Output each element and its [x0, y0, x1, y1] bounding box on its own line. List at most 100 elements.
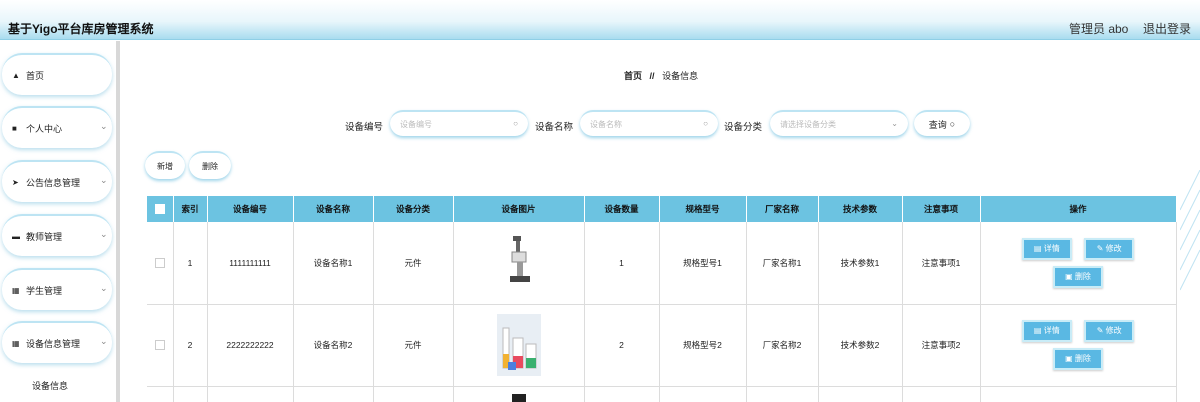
query-label: 查询 — [928, 119, 947, 130]
cell-quantity: 2 — [584, 304, 660, 387]
chevron-down-icon: ⌄ — [100, 336, 108, 346]
sidebar-item-label: 公告信息管理 — [26, 177, 81, 188]
cell-index: 1 — [173, 222, 208, 305]
cell-model: 规格型号2 — [659, 304, 747, 387]
chevron-down-icon: ⌄ — [100, 175, 108, 185]
select-all-checkbox[interactable] — [147, 196, 174, 222]
top-bar: 基于Yigo平台库房管理系统 管理员 abo 退出登录 — [0, 0, 1200, 40]
cell-notes: 注意事项1 — [902, 222, 981, 305]
col-index: 索引 — [173, 196, 208, 222]
search-icon: ○ — [949, 119, 956, 129]
code-search-input[interactable]: 设备编号 ○ — [390, 110, 528, 136]
app-title: 基于Yigo平台库房管理系统 — [8, 22, 154, 36]
sidebar-item-home[interactable]: ▲ 首页 — [2, 53, 112, 95]
grid-icon: ▦ — [12, 338, 20, 348]
col-params: 技术参数 — [818, 196, 903, 222]
detail-button[interactable]: ▤ 详情 — [1021, 320, 1072, 342]
cell-notes: 注意事项2 — [902, 304, 981, 387]
code-placeholder: 设备编号 — [400, 119, 432, 129]
cell-code: 1111111111 — [207, 222, 294, 305]
row-checkbox[interactable] — [147, 304, 174, 387]
monitor-icon: ▬ — [12, 231, 20, 241]
table-row: 2 2222222222 设备名称2 元件 2 规格型号2 厂家名称2 技术参数… — [147, 304, 1177, 387]
code-label: 设备编号 — [345, 122, 384, 133]
sidebar-item-equipment[interactable]: ▦ 设备信息管理 ⌄ — [2, 321, 112, 363]
sidebar-item-personal[interactable]: ■ 个人中心 ⌄ — [2, 106, 112, 148]
equipment-table: 索引 设备编号 设备名称 设备分类 设备图片 设备数量 规格型号 厂家名称 技术… — [147, 196, 1177, 402]
user-icon: ■ — [12, 123, 17, 133]
cell-params: 技术参数1 — [818, 222, 903, 305]
col-vendor: 厂家名称 — [746, 196, 819, 222]
chevron-down-icon: ⌄ — [100, 229, 108, 239]
name-label: 设备名称 — [535, 122, 574, 133]
chevron-down-icon: ⌄ — [100, 121, 108, 131]
cell-actions: ▤ 详情 ✎ 修改 ▣ 删除 — [980, 304, 1177, 387]
home-icon: ▲ — [12, 70, 20, 80]
delete-button[interactable]: ▣ 删除 — [1053, 265, 1103, 288]
send-icon: ➤ — [12, 177, 19, 187]
cell-category: 元件 — [373, 222, 454, 305]
current-user[interactable]: 管理员 abo — [1069, 20, 1128, 37]
col-name: 设备名称 — [293, 196, 374, 222]
breadcrumb-home[interactable]: 首页 — [624, 71, 642, 81]
cell-image — [453, 304, 585, 387]
batch-delete-button[interactable]: 删除 — [189, 151, 231, 179]
table-row — [147, 386, 1177, 402]
search-icon: ○ — [703, 119, 708, 128]
detail-button[interactable]: ▤ 详情 — [1021, 237, 1072, 260]
sidebar-item-student[interactable]: ▦ 学生管理 ⌄ — [2, 268, 112, 310]
table-row: 1 1111111111 设备名称1 元件 1 规格型号1 厂家名称1 技术参数… — [147, 222, 1177, 305]
name-search-input[interactable]: 设备名称 ○ — [580, 110, 718, 136]
detail-icon: ▤ — [1033, 243, 1044, 253]
cell-model: 规格型号1 — [659, 222, 747, 305]
detail-icon: ▤ — [1033, 326, 1044, 335]
cell-vendor: 厂家名称1 — [746, 222, 819, 305]
cell-params: 技术参数2 — [818, 304, 903, 387]
col-quantity: 设备数量 — [584, 196, 660, 222]
sidebar-item-teacher[interactable]: ▬ 教师管理 ⌄ — [2, 214, 112, 256]
add-button[interactable]: 新增 — [145, 151, 185, 179]
col-image: 设备图片 — [453, 196, 585, 222]
grid-icon: ▦ — [12, 285, 20, 295]
edit-icon: ✎ — [1096, 243, 1106, 253]
trash-icon: ▣ — [1065, 354, 1075, 363]
sidebar-item-label: 设备信息管理 — [26, 338, 81, 349]
sidebar-item-label: 首页 — [26, 70, 45, 81]
col-code: 设备编号 — [207, 196, 294, 222]
microscope-image — [509, 235, 530, 282]
cell-image — [453, 386, 585, 402]
col-notes: 注意事项 — [902, 196, 981, 222]
chevron-down-icon: ⌄ — [100, 283, 108, 293]
edit-button[interactable]: ✎ 修改 — [1084, 320, 1135, 342]
row-checkbox[interactable] — [147, 222, 174, 305]
cell-category: 元件 — [373, 304, 454, 387]
lab-glassware-image — [496, 314, 541, 376]
breadcrumb: 首页 // 设备信息 — [624, 69, 698, 82]
search-icon: ○ — [513, 119, 518, 128]
query-button[interactable]: 查询 ○ — [914, 110, 970, 136]
col-category: 设备分类 — [373, 196, 454, 222]
sidebar-item-label: 教师管理 — [26, 231, 63, 242]
edit-button[interactable]: ✎ 修改 — [1084, 237, 1135, 260]
breadcrumb-current: 设备信息 — [662, 71, 699, 81]
table-header-row: 索引 设备编号 设备名称 设备分类 设备图片 设备数量 规格型号 厂家名称 技术… — [147, 196, 1177, 222]
cell-code: 2222222222 — [207, 304, 294, 387]
sidebar-scrollbar[interactable] — [116, 41, 120, 402]
cell-quantity: 1 — [584, 222, 660, 305]
sidebar-subitem-equipment-info[interactable]: 设备信息 — [0, 369, 112, 402]
decorative-lines — [1180, 170, 1200, 291]
cell-index: 2 — [173, 304, 208, 387]
sidebar: ▲ 首页 ■ 个人中心 ⌄ ➤ 公告信息管理 ⌄ ▬ 教师管理 ⌄ ▦ 学生管理… — [0, 41, 120, 402]
delete-button[interactable]: ▣ 删除 — [1053, 348, 1103, 370]
logout-link[interactable]: 退出登录 — [1143, 20, 1191, 37]
category-select[interactable]: 请选择设备分类 ⌄ — [770, 110, 908, 136]
sidebar-item-label: 个人中心 — [26, 123, 63, 134]
sidebar-item-notice[interactable]: ➤ 公告信息管理 ⌄ — [2, 160, 112, 202]
cell-name: 设备名称1 — [293, 222, 374, 305]
breadcrumb-separator: // — [649, 71, 655, 81]
equipment-image — [511, 394, 526, 402]
col-actions: 操作 — [980, 196, 1177, 222]
sidebar-item-label: 学生管理 — [26, 285, 63, 296]
cell-name: 设备名称2 — [293, 304, 374, 387]
cell-image — [453, 222, 585, 305]
